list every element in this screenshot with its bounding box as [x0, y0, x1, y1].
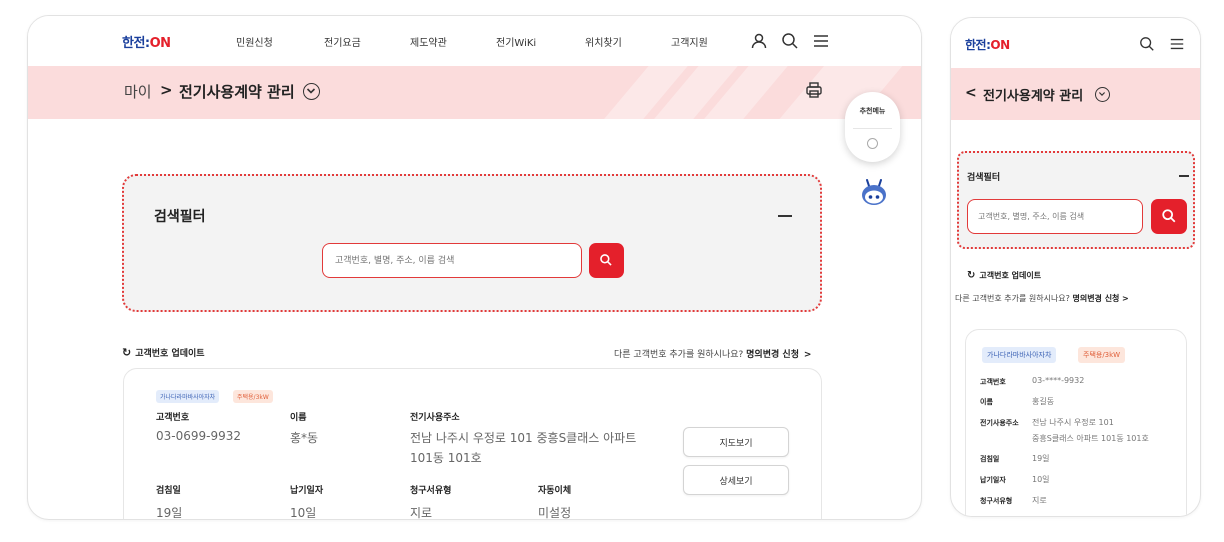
search-button[interactable] [1151, 199, 1187, 234]
search-icon [600, 254, 612, 266]
search-icon[interactable] [781, 32, 799, 50]
search-icon [1162, 209, 1176, 223]
chevron-down-icon[interactable] [303, 83, 320, 100]
label-name: 이름 [980, 398, 993, 406]
chevron-right-icon: > [1121, 294, 1129, 303]
usage-badge: 주택용/3kW [233, 390, 273, 403]
mobile-banner: < 전기사용계약 관리 [951, 68, 1200, 120]
nav-item-complaint[interactable]: 민원신청 [236, 34, 273, 49]
label-customer-no: 고객번호 [980, 378, 1006, 386]
collapse-icon[interactable] [778, 215, 792, 217]
search-filter-panel: 검색필터 [957, 151, 1195, 249]
recommended-menu[interactable]: 추천메뉴 [845, 92, 900, 162]
customer-number-update[interactable]: ↻ 고객번호 업데이트 [967, 270, 1041, 281]
nav-item-wiki[interactable]: 전기WiKi [496, 34, 536, 49]
label-bill-type: 청구서유형 [410, 486, 452, 496]
filter-title: 검색필터 [154, 209, 206, 225]
print-icon[interactable] [805, 81, 823, 99]
menu-icon[interactable] [812, 32, 830, 50]
mobile-view: 한전:ON < 전기사용계약 관리 검색필터 ↻고객번호 업데이트 다른 고객번… [950, 17, 1201, 517]
menu-icon[interactable] [1169, 36, 1185, 52]
nickname-badge: 가나다라마바사아자차 [156, 390, 220, 403]
nickname-badge: 가나다라마바사아자차 [982, 347, 1057, 363]
mobile-header: 한전:ON [951, 18, 1200, 68]
search-icon[interactable] [1139, 36, 1155, 52]
back-icon[interactable]: < [965, 85, 977, 101]
detail-view-button[interactable]: 상세보기 [683, 465, 789, 495]
expand-icon[interactable] [867, 138, 878, 149]
chevron-down-icon[interactable] [1095, 87, 1110, 102]
search-input[interactable] [322, 243, 582, 278]
breadcrumb-home[interactable]: 마이 [124, 81, 152, 102]
contract-card: 가나다라마바사아자차 주택용/3kW 고객번호 03-****-9932 이름 … [965, 329, 1187, 516]
breadcrumb-separator: > [160, 81, 173, 99]
usage-badge: 주택용/3kW [1078, 347, 1126, 363]
value-address-line2: 101동 101호 [410, 451, 482, 465]
search-filter-panel: 검색필터 [122, 174, 822, 312]
customer-number-update[interactable]: ↻ 고객번호 업데이트 [122, 346, 205, 359]
label-bill-type: 청구서유형 [980, 497, 1013, 505]
nav-item-location[interactable]: 위치찾기 [585, 34, 622, 49]
desktop-view: 한전:ON 민원신청 전기요금 제도약관 전기WiKi 위치찾기 고객지원 마이… [27, 15, 922, 520]
nav-item-support[interactable]: 고객지원 [671, 34, 708, 49]
value-bill-type: 지로 [1032, 496, 1047, 505]
page-title: 전기사용계약 관리 [983, 89, 1084, 104]
label-meter-day: 검침일 [980, 455, 1000, 463]
logo[interactable]: 한전:ON [965, 36, 1010, 53]
search-input[interactable] [967, 199, 1143, 234]
page-banner: 마이 > 전기사용계약 관리 [28, 66, 921, 119]
value-bill-type: 지로 [410, 506, 433, 520]
label-meter-day: 검침일 [156, 486, 181, 496]
change-request[interactable]: 다른 고객번호 추가를 원하시나요? 명의변경 신청 > [614, 347, 811, 360]
header: 한전:ON 민원신청 전기요금 제도약관 전기WiKi 위치찾기 고객지원 [28, 16, 921, 66]
chevron-right-icon: > [803, 350, 812, 360]
contract-card: 가나다라마바사아자차 주택용/3kW 고객번호 03-0699-9932 이름 … [123, 368, 822, 520]
change-request-link[interactable]: 명의변경 신청 [1072, 294, 1119, 303]
refresh-icon: ↻ [967, 270, 976, 281]
nav-item-fee[interactable]: 전기요금 [324, 34, 361, 49]
label-pay-day: 납기일자 [980, 476, 1006, 484]
refresh-icon: ↻ [122, 346, 132, 359]
user-icon[interactable] [750, 32, 768, 50]
logo[interactable]: 한전:ON [122, 32, 171, 51]
change-request[interactable]: 다른 고객번호 추가를 원하시나요? 명의변경 신청 > [955, 293, 1129, 304]
value-auto-pay: 미설정 [538, 506, 572, 520]
value-address-line1: 전남 나주시 우정로 101 [1032, 418, 1114, 427]
value-customer-no: 03-0699-9932 [156, 429, 242, 443]
nav-item-terms[interactable]: 제도약관 [410, 34, 447, 49]
value-meter-day: 19일 [156, 506, 183, 520]
value-meter-day: 19일 [1032, 454, 1050, 463]
chatbot-icon[interactable] [858, 177, 890, 209]
label-address: 전기사용주소 [980, 419, 1019, 427]
label-address: 전기사용주소 [410, 413, 460, 423]
value-name: 홍*동 [290, 431, 319, 445]
label-auto-pay: 자동이체 [538, 486, 572, 496]
recommended-menu-label: 추천메뉴 [859, 107, 886, 115]
change-request-link[interactable]: 명의변경 신청 [746, 350, 799, 360]
value-pay-day: 10일 [290, 506, 317, 520]
value-pay-day: 10일 [1032, 475, 1050, 484]
value-customer-no: 03-****-9932 [1032, 376, 1085, 385]
value-address-line2: 중흥S클래스 아파트 101동 101호 [1032, 434, 1149, 443]
filter-title: 검색필터 [967, 173, 1001, 183]
label-pay-day: 납기일자 [290, 486, 324, 496]
value-name: 홍길동 [1032, 397, 1055, 406]
map-view-button[interactable]: 지도보기 [683, 427, 789, 457]
collapse-icon[interactable] [1179, 175, 1189, 177]
search-button[interactable] [589, 243, 624, 278]
page-title: 전기사용계약 관리 [179, 83, 295, 101]
label-customer-no: 고객번호 [156, 413, 190, 423]
value-address-line1: 전남 나주시 우정로 101 중흥S클래스 아파트 [410, 431, 637, 445]
label-name: 이름 [290, 413, 307, 423]
